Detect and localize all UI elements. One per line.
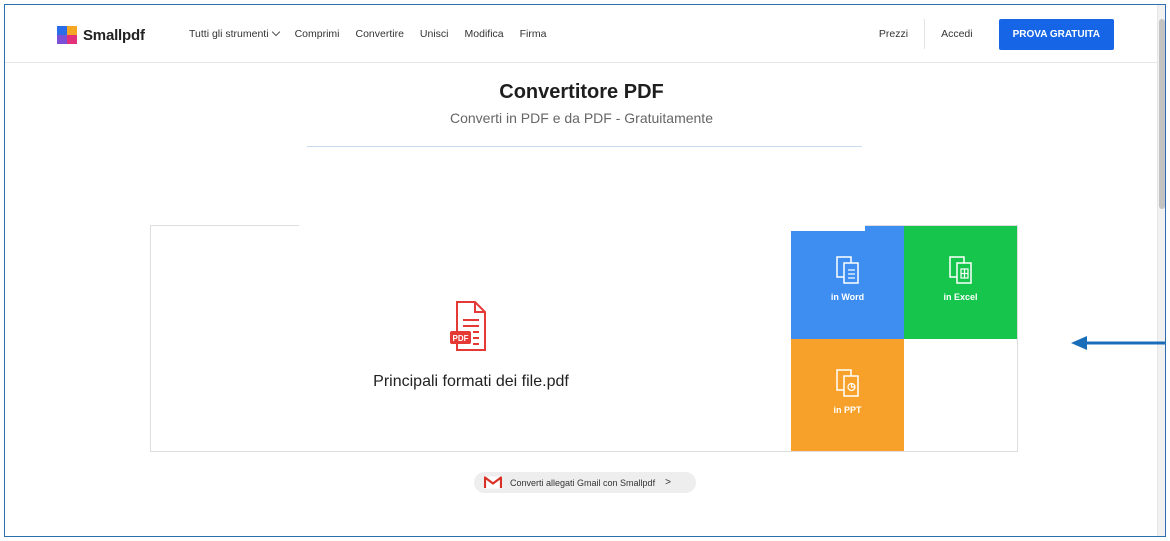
page-scrollbar[interactable] (1157, 5, 1165, 536)
smallpdf-logo-icon (57, 26, 77, 44)
chevron-right-icon: > (665, 477, 671, 488)
ppt-tile-label: in PPT (833, 405, 862, 415)
prices-link[interactable]: Prezzi (863, 28, 924, 40)
chevron-down-icon (271, 27, 280, 37)
converter-card: PDF Principali formati dei file.pdf in W… (150, 225, 1018, 452)
main-nav: Tutti gli strumenti Comprimi Convertire … (181, 5, 554, 63)
browser-viewport: Smallpdf Tutti gli strumenti Comprimi Co… (4, 4, 1166, 537)
convert-to-word-button[interactable]: in Word (791, 226, 904, 339)
nav-sign[interactable]: Firma (512, 5, 555, 63)
card-notch (299, 155, 865, 231)
pdf-file-icon: PDF (450, 301, 486, 351)
word-document-icon (835, 256, 859, 284)
logo-text: Smallpdf (83, 26, 145, 44)
nav-all-tools[interactable]: Tutti gli strumenti (181, 5, 287, 63)
scrollbar-thumb[interactable] (1159, 19, 1165, 209)
convert-to-ppt-button[interactable]: in PPT (791, 339, 904, 451)
nav-convert[interactable]: Convertire (347, 5, 411, 63)
powerpoint-slide-icon (835, 369, 859, 397)
account-nav: Prezzi Accedi PROVA GRATUITA (863, 5, 1114, 63)
excel-spreadsheet-icon (948, 256, 972, 284)
word-tile-label: in Word (830, 292, 865, 302)
top-navigation-bar: Smallpdf Tutti gli strumenti Comprimi Co… (5, 5, 1158, 63)
gmail-attachments-link[interactable]: Converti allegati Gmail con Smallpdf > (474, 472, 696, 493)
pdf-badge-text: PDF (453, 334, 469, 343)
file-preview[interactable]: PDF Principali formati dei file.pdf (151, 226, 791, 451)
file-name: Principali formati dei file.pdf (373, 373, 569, 390)
annotation-arrow-icon (1071, 336, 1165, 350)
free-trial-button[interactable]: PROVA GRATUITA (998, 18, 1114, 50)
gmail-icon (484, 476, 502, 489)
page-subtitle: Converti in PDF e da PDF - Gratuitamente (450, 110, 713, 126)
page-title: Convertitore PDF (499, 81, 664, 103)
nav-compress[interactable]: Comprimi (287, 5, 348, 63)
nav-merge[interactable]: Unisci (412, 5, 457, 63)
nav-edit[interactable]: Modifica (457, 5, 512, 63)
gmail-link-label: Converti allegati Gmail con Smallpdf (510, 477, 656, 488)
login-link[interactable]: Accedi (925, 28, 989, 40)
hero-divider (307, 146, 862, 147)
excel-tile-label: in Excel (943, 292, 978, 302)
convert-to-excel-button[interactable]: in Excel (904, 226, 1017, 339)
nav-all-tools-label: Tutti gli strumenti (189, 28, 269, 40)
smallpdf-logo[interactable]: Smallpdf (57, 26, 145, 44)
